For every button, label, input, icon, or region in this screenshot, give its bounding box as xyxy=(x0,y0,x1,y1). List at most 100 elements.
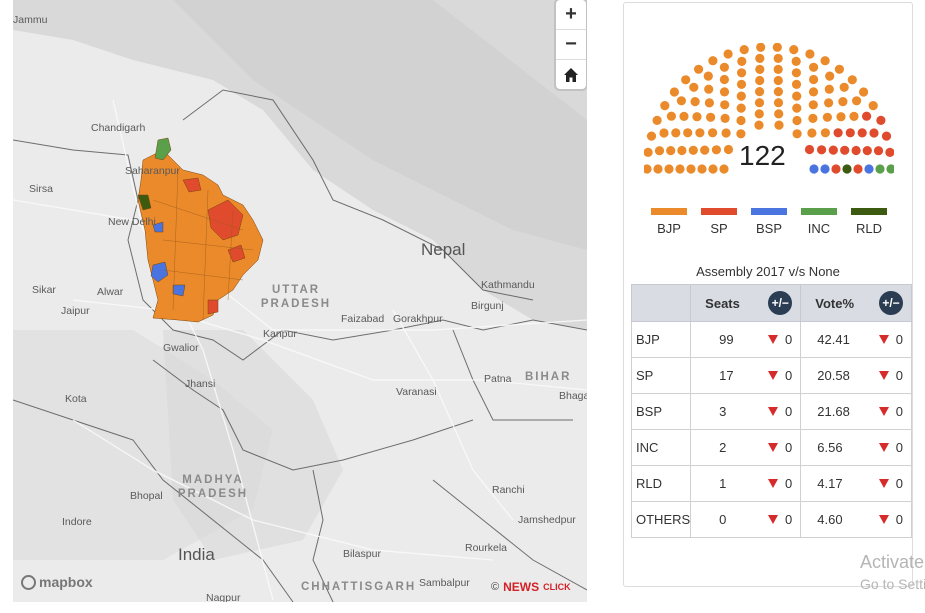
seat-dot-sp xyxy=(869,128,879,138)
seat-dot-bjp xyxy=(660,101,670,111)
country-label: Nepal xyxy=(421,240,466,259)
seat-dot-inc xyxy=(875,164,885,174)
seat-dot-bjp xyxy=(689,82,699,92)
seat-dot-bjp xyxy=(719,87,730,97)
seat-dot-bjp xyxy=(754,120,764,130)
place-label: Chandigarh xyxy=(91,122,146,134)
seat-dot-sp xyxy=(828,145,838,155)
seat-dot-sp xyxy=(885,147,894,157)
seat-dot-bjp xyxy=(692,112,702,122)
legend-swatch xyxy=(851,208,887,215)
seat-dot-bjp xyxy=(773,53,783,63)
place-label: Jaipur xyxy=(61,305,90,317)
party-cell: BJP xyxy=(630,321,692,358)
legend-swatch xyxy=(651,208,687,215)
vote-cell: 4.60 0 xyxy=(800,501,912,538)
seat-dot-bjp xyxy=(690,97,700,107)
seat-dot-bjp xyxy=(694,64,704,74)
seat-dot-bjp xyxy=(688,145,698,155)
seat-dot-bjp xyxy=(774,109,784,119)
seat-dot-bjp xyxy=(755,87,765,97)
seat-dot-bjp xyxy=(773,75,783,86)
newsclick-credit[interactable]: © NEWS CLICK xyxy=(491,580,571,594)
seats-cell: 00 xyxy=(690,501,802,538)
map-view[interactable]: Jammu Chandigarh Sirsa New Delhi Sikar A… xyxy=(13,0,587,602)
seat-dot-bsp xyxy=(864,164,874,174)
seat-dot-bjp xyxy=(686,164,696,174)
seat-dot-bjp xyxy=(708,164,718,174)
place-label: Faizabad xyxy=(341,313,385,325)
seat-dot-bjp xyxy=(644,147,653,157)
seats-change-toggle[interactable]: +/− xyxy=(768,291,793,315)
activation-watermark: Activate xyxy=(860,552,925,572)
seat-dot-bjp xyxy=(809,62,819,72)
place-label: Sirsa xyxy=(29,183,53,195)
down-arrow-icon xyxy=(878,407,889,416)
seat-dot-bjp xyxy=(868,101,878,111)
seat-dot-bjp xyxy=(755,53,765,63)
seat-dot-bjp xyxy=(792,129,802,139)
seat-dot-bjp xyxy=(723,49,733,59)
seat-dot-bjp xyxy=(719,164,729,174)
zoom-out-button[interactable]: − xyxy=(556,30,586,60)
seat-dot-bjp xyxy=(756,43,766,52)
seat-dot-bjp xyxy=(808,113,818,123)
vote-cell: 20.58 0 xyxy=(800,357,912,394)
zoom-in-button[interactable]: + xyxy=(556,0,586,30)
map-controls: + − xyxy=(556,0,586,89)
seat-dot-bjp xyxy=(706,112,716,122)
seat-dot-bjp xyxy=(847,75,857,85)
seat-dot-sp xyxy=(845,128,855,138)
down-arrow-icon xyxy=(878,515,889,524)
seat-dot-bjp xyxy=(792,103,802,113)
place-label: Alwar xyxy=(97,286,124,298)
seat-dot-bjp xyxy=(671,128,681,138)
reset-view-button[interactable] xyxy=(556,60,586,89)
seat-dot-bjp xyxy=(719,74,729,85)
seat-dot-bjp xyxy=(792,115,802,126)
seat-dot-bjp xyxy=(666,146,676,156)
mapbox-icon xyxy=(21,574,36,590)
seat-dot-bjp xyxy=(683,128,693,138)
seat-dot-sp xyxy=(862,111,872,121)
seat-dot-bjp xyxy=(669,87,679,97)
seats-cell: 30 xyxy=(690,393,802,430)
seat-dot-bjp xyxy=(736,91,746,101)
header-party xyxy=(630,284,692,322)
seat-dot-bjp xyxy=(808,100,818,110)
place-label: Jhansi xyxy=(185,378,216,390)
vote-change-toggle[interactable]: +/− xyxy=(879,291,903,315)
region-label: UTTAR PRADESH xyxy=(260,284,332,310)
seat-dot-bjp xyxy=(772,43,782,52)
seat-dot-bjp xyxy=(704,84,714,94)
seat-dot-sp xyxy=(817,145,827,155)
seat-dot-bjp xyxy=(849,111,859,121)
place-label: New Delhi xyxy=(108,216,156,228)
comparison-caption: Assembly 2017 v/s None xyxy=(696,264,840,279)
region-label: CHHATTISGARH xyxy=(301,581,417,593)
seat-dot-bjp xyxy=(773,64,783,74)
seat-dot-bjp xyxy=(721,128,731,138)
place-label: Bilaspur xyxy=(343,548,381,560)
seat-dot-bjp xyxy=(773,98,784,108)
party-cell: SP xyxy=(630,357,692,394)
seat-dot-bjp xyxy=(644,164,652,174)
header-seats: Seats +/− xyxy=(690,284,802,322)
home-icon xyxy=(564,67,578,82)
seat-dot-bjp xyxy=(838,97,848,107)
party-cell: OTHERS xyxy=(630,501,692,538)
seat-dot-bjp xyxy=(791,56,801,66)
place-label: Saharanpur xyxy=(125,165,180,177)
seat-dot-sp xyxy=(840,145,850,155)
seat-dot-bjp xyxy=(719,62,729,72)
legend-item-bsp: BSP xyxy=(749,208,789,236)
mapbox-logo[interactable]: mapbox xyxy=(21,574,93,590)
vote-cell: 4.17 0 xyxy=(800,465,912,502)
seat-dot-bjp xyxy=(704,98,714,108)
seat-dot-sp xyxy=(857,128,867,138)
seat-dot-bjp xyxy=(792,91,802,101)
place-label: Ranchi xyxy=(492,484,525,496)
seat-dot-sp xyxy=(873,146,884,156)
seat-dot-bjp xyxy=(677,145,687,156)
seat-dot-bjp xyxy=(755,75,765,86)
